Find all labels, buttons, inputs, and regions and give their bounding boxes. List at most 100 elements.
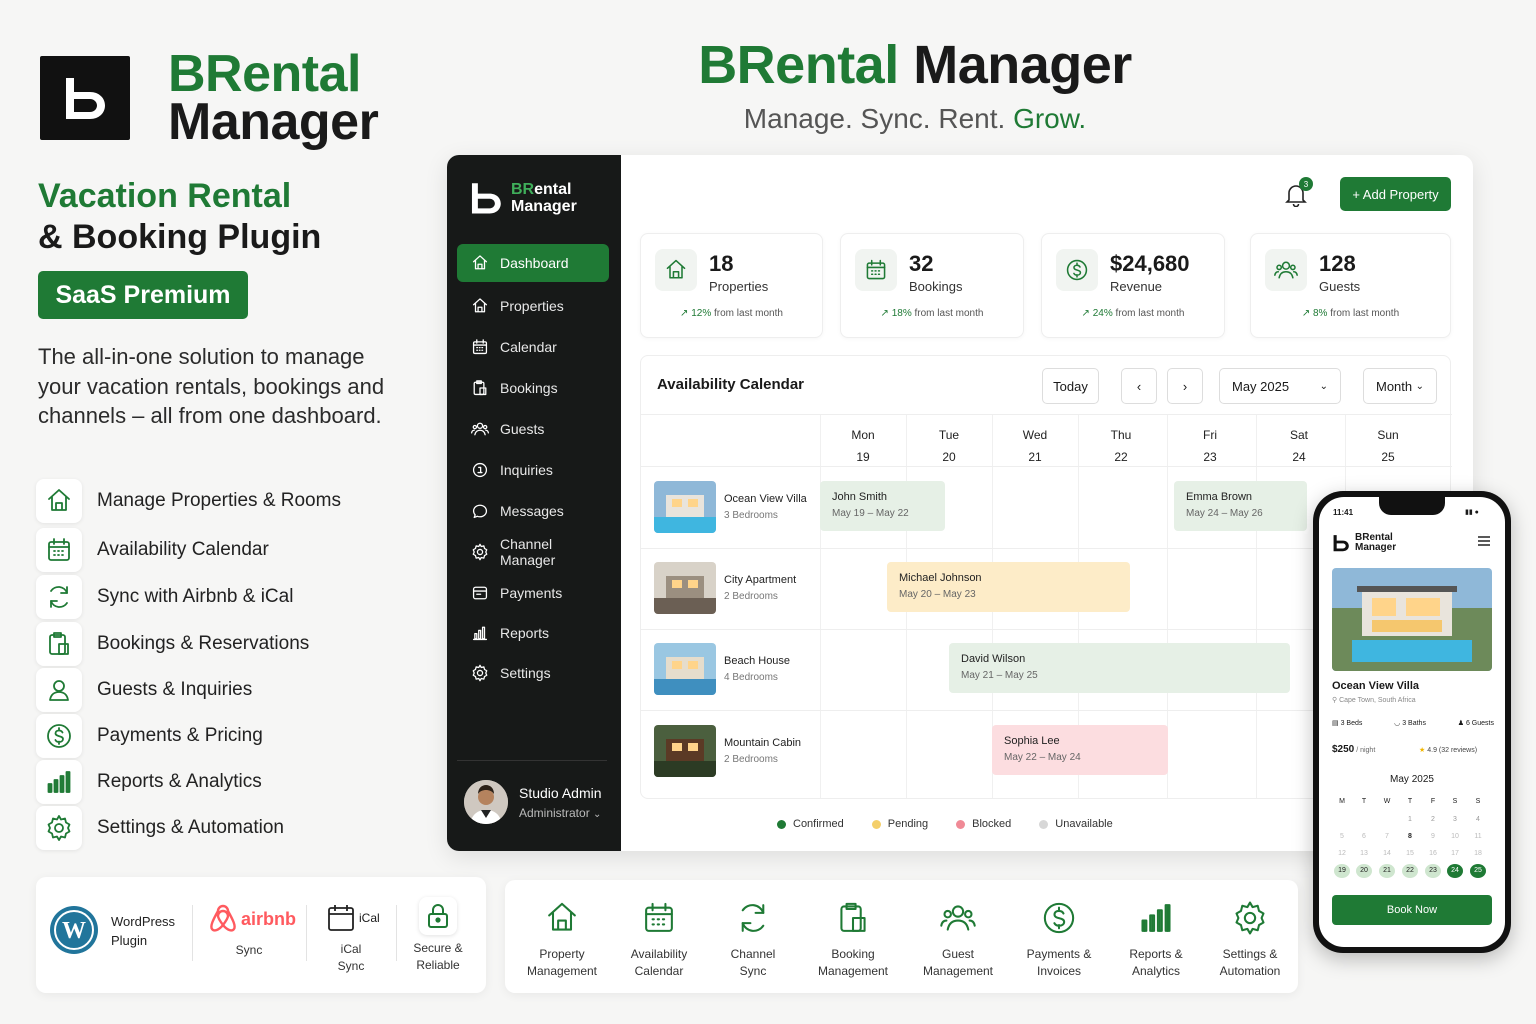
day-name: Wed [1022, 428, 1048, 442]
legend-item: Confirmed [777, 818, 844, 830]
booking-bar[interactable]: John Smith May 19 – May 22 [820, 481, 945, 531]
booking-bar[interactable]: Michael Johnson May 20 – May 23 [887, 562, 1130, 612]
legend-dot [777, 819, 786, 829]
sidebar-item-messages[interactable]: Messages [457, 492, 609, 530]
phone-property-name: Ocean View Villa [1332, 680, 1420, 692]
phone-date[interactable]: 10 [1447, 830, 1463, 844]
user-icon [49, 680, 69, 701]
day-header: Fri 23 [1167, 424, 1253, 468]
phone-date[interactable]: 19 [1334, 864, 1350, 878]
user-role[interactable]: Administrator ⌄ [519, 806, 601, 820]
book-now-button[interactable]: Book Now [1332, 895, 1492, 925]
menu-icon[interactable] [1477, 535, 1491, 547]
nav-icon-wrap [471, 338, 489, 356]
phone-date[interactable]: 13 [1356, 847, 1372, 861]
phone-date[interactable]: 6 [1356, 830, 1372, 844]
sidebar-brand-rest: ental [534, 181, 572, 198]
booking-dates: May 19 – May 22 [832, 508, 909, 519]
phone-date[interactable]: 9 [1425, 830, 1441, 844]
hero-subtitle: Manage. Sync. Rent. Grow. [0, 103, 1536, 135]
phone-date[interactable]: 1 [1402, 813, 1418, 827]
avatar[interactable] [464, 780, 508, 824]
wordpress-l2: Plugin [111, 933, 148, 948]
booking-guest: John Smith [832, 491, 888, 503]
sidebar-item-dashboard[interactable]: Dashboard [457, 244, 609, 282]
month-select[interactable]: May 2025 ⌄ [1219, 368, 1341, 404]
guests-icon [940, 905, 976, 931]
view-select[interactable]: Month ⌄ [1363, 368, 1437, 404]
sidebar-item-settings[interactable]: Settings [457, 654, 609, 692]
trend-up-icon: ↗ [880, 308, 892, 319]
svg-text:W: W [62, 918, 86, 944]
module-item: Settings & Automation [1200, 900, 1300, 980]
phone-date[interactable]: 14 [1379, 847, 1395, 861]
phone-date[interactable]: 16 [1425, 847, 1441, 861]
booking-dates: May 20 – May 23 [899, 589, 976, 600]
phone-date[interactable]: 22 [1402, 864, 1418, 878]
day-name: Sat [1289, 428, 1308, 442]
property-row[interactable]: Ocean View Villa 3 Bedrooms [654, 481, 807, 533]
header-divider [641, 414, 1452, 415]
guests-icon-guests: ♟ 6 Guests [1457, 720, 1494, 727]
feature-item: Sync with Airbnb & iCal [36, 575, 366, 619]
add-property-button[interactable]: + Add Property [1340, 177, 1451, 211]
feature-label: Payments & Pricing [97, 725, 263, 746]
phone-date[interactable]: 3 [1447, 813, 1463, 827]
sidebar: BRental Manager Dashboard Properties Cale… [447, 155, 621, 851]
guests-icon [1274, 261, 1298, 279]
next-button[interactable]: › [1167, 368, 1203, 404]
integrations-card: W WordPress Plugin airbnb Sync iCal iCal S… [36, 877, 486, 993]
module-label-l2: Calendar [634, 964, 684, 978]
sidebar-item-payments[interactable]: Payments [457, 574, 609, 612]
module-label: Reports & Analytics [1106, 946, 1206, 980]
sidebar-item-label: Calendar [500, 339, 557, 355]
stat-change-value: 18% [891, 308, 912, 319]
prev-button[interactable]: ‹ [1121, 368, 1157, 404]
today-button[interactable]: Today [1042, 368, 1099, 404]
module-label-l2: Analytics [1131, 964, 1181, 978]
property-row[interactable]: Mountain Cabin 2 Bedrooms [654, 725, 801, 777]
booking-bar[interactable]: David Wilson May 21 – May 25 [949, 643, 1290, 693]
phone-date[interactable]: 5 [1334, 830, 1350, 844]
property-photo [1332, 568, 1492, 671]
phone-date[interactable]: 25 [1470, 864, 1486, 878]
module-label-l2: Management [922, 964, 994, 978]
phone-date[interactable]: 15 [1402, 847, 1418, 861]
sidebar-logo[interactable]: BRental Manager [469, 179, 577, 217]
sidebar-divider [457, 760, 607, 761]
sidebar-item-guests[interactable]: Guests [457, 410, 609, 448]
phone-date[interactable]: 17 [1447, 847, 1463, 861]
module-label: Availability Calendar [609, 946, 709, 980]
sidebar-item-channel-manager[interactable]: Channel Manager [457, 533, 609, 571]
booking-bar[interactable]: Sophia Lee May 22 – May 24 [992, 725, 1168, 775]
user-name[interactable]: Studio Admin [519, 785, 602, 801]
phone-date[interactable]: 7 [1379, 830, 1395, 844]
sidebar-item-inquiries[interactable]: Inquiries [457, 451, 609, 489]
stat-value: $24,680 [1110, 251, 1190, 276]
ical-sync-label: iCal Sync [321, 941, 381, 975]
feature-icon-wrap [36, 806, 82, 850]
phone-date[interactable]: 4 [1470, 813, 1486, 827]
phone-date[interactable]: 24 [1447, 864, 1463, 878]
airbnb-wordmark: airbnb [241, 908, 297, 929]
phone-date[interactable]: 11 [1470, 830, 1486, 844]
booking-bar[interactable]: Emma Brown May 24 – May 26 [1174, 481, 1307, 531]
property-row[interactable]: City Apartment 2 Bedrooms [654, 562, 796, 614]
sidebar-item-bookings[interactable]: Bookings [457, 369, 609, 407]
phone-date[interactable]: 8 [1402, 830, 1418, 844]
sidebar-item-label: Bookings [500, 380, 558, 396]
chevron-down-icon: ⌄ [1319, 380, 1328, 392]
phone-date[interactable]: 20 [1356, 864, 1372, 878]
sidebar-item-properties[interactable]: Properties [457, 287, 609, 325]
phone-date[interactable]: 2 [1425, 813, 1441, 827]
property-beds: 2 Bedrooms [724, 754, 778, 765]
sidebar-item-reports[interactable]: Reports [457, 614, 609, 652]
phone-date[interactable]: 18 [1470, 847, 1486, 861]
phone-date[interactable]: 21 [1379, 864, 1395, 878]
phone-date[interactable]: 23 [1425, 864, 1441, 878]
module-label: Payments & Invoices [1009, 946, 1109, 980]
property-row[interactable]: Beach House 4 Bedrooms [654, 643, 790, 695]
sidebar-item-calendar[interactable]: Calendar [457, 328, 609, 366]
phone-rating: ★ 4.9 (32 reviews) [1419, 746, 1477, 754]
phone-date[interactable]: 12 [1334, 847, 1350, 861]
